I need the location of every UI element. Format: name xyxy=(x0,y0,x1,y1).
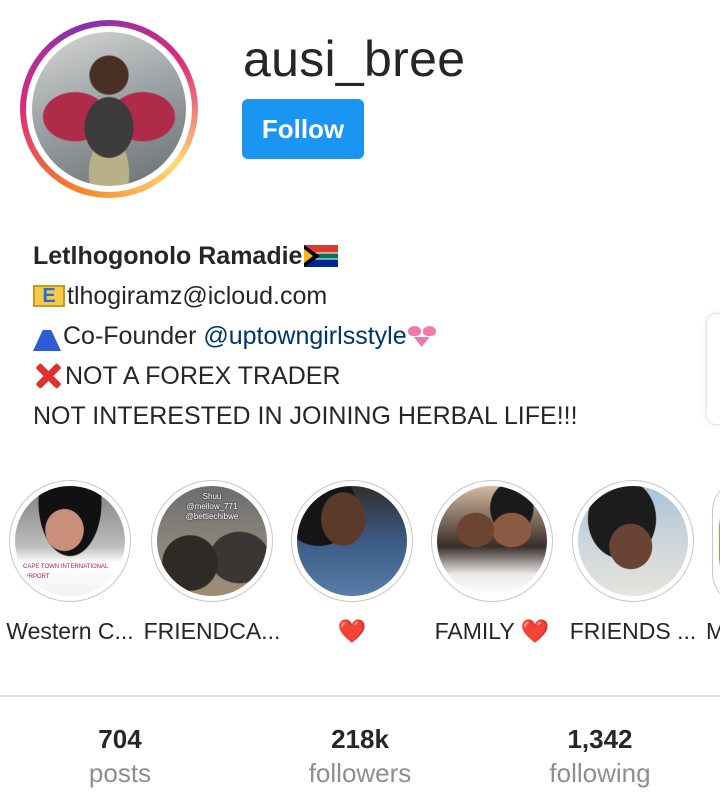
bio-mention-link[interactable]: @uptowngirlsstyle xyxy=(203,316,406,356)
south-africa-flag-icon xyxy=(304,245,339,267)
profile-avatar[interactable] xyxy=(20,20,198,198)
posts-count[interactable]: 704 posts xyxy=(0,722,240,790)
follow-button[interactable]: Follow xyxy=(242,99,364,159)
highlight-cover xyxy=(578,486,688,596)
bio-email: tlhogiramz@icloud.com xyxy=(67,282,328,310)
bikini-icon xyxy=(407,324,437,348)
highlight-label: FRIENDCA... xyxy=(143,618,281,644)
e-mail-icon: E xyxy=(33,285,65,307)
stat-label: followers xyxy=(308,758,412,788)
highlight-item[interactable]: Shuu @mellow_771 @bettiechibwe FRIENDCA.… xyxy=(142,480,282,646)
cross-mark-icon xyxy=(33,361,63,391)
dress-icon xyxy=(33,321,61,351)
followers-count[interactable]: 218k followers xyxy=(240,722,480,790)
avatar-photo xyxy=(32,32,186,186)
highlight-item[interactable]: FRIENDS ... xyxy=(563,480,703,646)
highlight-cover: CAPE TOWN INTERNATIONAL AIRPORT xyxy=(15,486,125,596)
stat-value: 218k xyxy=(331,724,389,754)
highlight-cover xyxy=(437,486,547,596)
highlight-item[interactable]: CAPE TOWN INTERNATIONAL AIRPORT Western … xyxy=(0,480,140,646)
highlight-label: FAMILY ❤️ xyxy=(434,618,550,644)
highlight-label: Western C... xyxy=(6,618,134,644)
profile-username: ausi_bree xyxy=(243,31,466,87)
highlight-item[interactable]: ❤️ xyxy=(282,480,422,646)
following-count[interactable]: 1,342 following xyxy=(480,722,720,790)
story-mention-text: @bettiechibwe xyxy=(185,512,239,521)
side-panel-edge xyxy=(706,313,720,425)
highlight-cover: Shuu @mellow_771 @bettiechibwe xyxy=(157,486,267,596)
story-mention-text: @mellow_771 xyxy=(186,502,238,511)
highlight-item-partial[interactable] xyxy=(712,480,720,604)
airport-location-tag: CAPE TOWN INTERNATIONAL AIRPORT xyxy=(21,562,121,580)
story-sticker-text: Shuu xyxy=(202,492,222,501)
story-highlights: CAPE TOWN INTERNATIONAL AIRPORT Western … xyxy=(0,480,720,650)
stat-label: following xyxy=(549,758,651,788)
bio-role: Co-Founder xyxy=(63,322,204,350)
highlight-label: M xyxy=(706,618,720,644)
stat-value: 704 xyxy=(98,724,142,754)
bio-line-forex: NOT A FOREX TRADER xyxy=(65,362,341,390)
stats-divider xyxy=(0,695,720,697)
profile-full-name: Letlhogonolo Ramadie xyxy=(33,242,303,270)
stat-label: posts xyxy=(88,758,152,788)
profile-bio: Letlhogonolo Ramadie E tlhogiramz@icloud… xyxy=(33,236,578,436)
highlight-label: FRIENDS ... xyxy=(569,618,697,644)
highlight-cover xyxy=(297,486,407,596)
bio-line-herbal: NOT INTERESTED IN JOINING HERBAL LIFE!!! xyxy=(33,402,578,430)
highlight-item[interactable]: FAMILY ❤️ xyxy=(422,480,562,646)
stat-value: 1,342 xyxy=(567,724,633,754)
highlight-label: ❤️ xyxy=(337,618,367,644)
